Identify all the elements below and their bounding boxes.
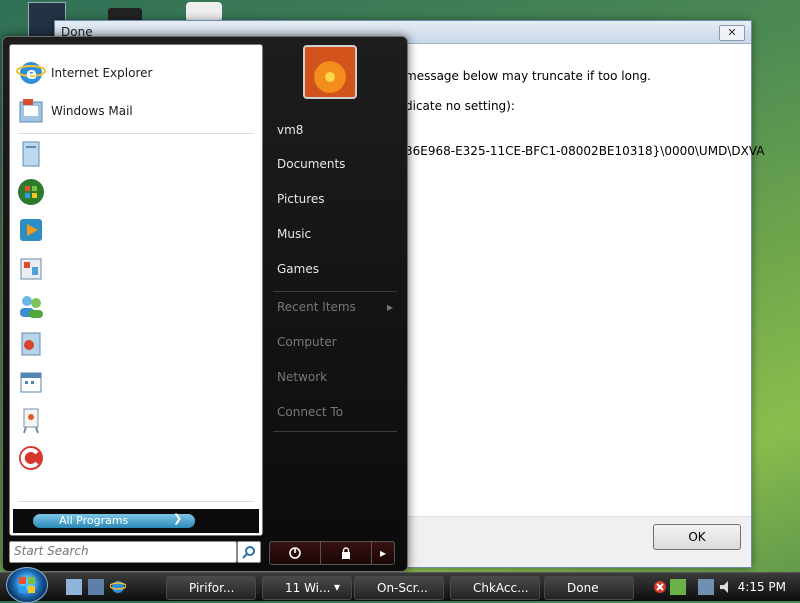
place-computer[interactable]: Computer bbox=[277, 335, 337, 349]
paint-icon[interactable] bbox=[16, 405, 46, 435]
pinned-internet-explorer[interactable]: e Internet Explorer bbox=[10, 55, 262, 91]
dialog-message-line-3: 36E968-E325-11CE-BFC1-08002BE10318}\0000… bbox=[405, 144, 765, 158]
power-button[interactable] bbox=[270, 542, 321, 564]
windows-mail-icon bbox=[19, 99, 43, 123]
taskbar-button-chkacc[interactable]: ChkAcc... bbox=[450, 576, 540, 600]
taskbar-label: Pirifor... bbox=[189, 581, 235, 595]
taskbar-label: ChkAcc... bbox=[473, 581, 529, 595]
dialog-message-line-1: message below may truncate if too long. bbox=[405, 69, 651, 83]
svg-text:e: e bbox=[26, 64, 37, 83]
document-icon[interactable] bbox=[16, 139, 46, 169]
programs-separator bbox=[18, 501, 254, 502]
place-pictures[interactable]: Pictures bbox=[277, 192, 325, 206]
start-search-input[interactable] bbox=[10, 542, 228, 560]
taskbar-label: On-Scr... bbox=[377, 581, 428, 595]
arrow-right-icon: ▸ bbox=[379, 546, 387, 560]
start-search-box[interactable] bbox=[9, 541, 237, 563]
quick-launch-internet-explorer[interactable] bbox=[109, 579, 127, 595]
pinned-separator bbox=[18, 133, 254, 134]
place-network[interactable]: Network bbox=[277, 370, 327, 384]
network-icon[interactable] bbox=[698, 579, 714, 595]
all-programs-button[interactable]: All Programs ❯ bbox=[13, 509, 259, 533]
ccleaner-icon[interactable] bbox=[16, 443, 46, 473]
lock-button[interactable] bbox=[321, 542, 372, 564]
shutdown-options-button[interactable]: ▸ bbox=[372, 542, 394, 564]
taskbar-button-piriform[interactable]: Pirifor... bbox=[166, 576, 256, 600]
clock[interactable]: 4:15 PM bbox=[738, 576, 786, 598]
start-button[interactable] bbox=[6, 567, 48, 603]
place-connect-to[interactable]: Connect To bbox=[277, 405, 343, 419]
search-icon bbox=[242, 546, 255, 559]
start-menu-programs-pane: e Internet Explorer Windows Mail All Pro… bbox=[9, 44, 263, 536]
flag-icon[interactable] bbox=[670, 579, 686, 595]
photo-gallery-icon[interactable] bbox=[16, 253, 46, 283]
search-button[interactable] bbox=[237, 541, 261, 563]
dialog-message-line-2: dicate no setting): bbox=[405, 99, 515, 113]
start-menu: e Internet Explorer Windows Mail All Pro… bbox=[2, 36, 408, 572]
media-player-icon[interactable] bbox=[16, 215, 46, 245]
places-separator bbox=[273, 291, 397, 292]
windows-logo-icon bbox=[19, 577, 35, 593]
chevron-right-icon: ❯ bbox=[173, 512, 183, 525]
power-controls: ▸ bbox=[269, 541, 395, 565]
pinned-label-internet-explorer: Internet Explorer bbox=[51, 66, 153, 80]
calendar-icon[interactable] bbox=[16, 367, 46, 397]
place-user[interactable]: vm8 bbox=[277, 123, 303, 137]
desktop-icon[interactable] bbox=[186, 2, 222, 22]
places-separator bbox=[273, 431, 397, 432]
windows-logo-icon[interactable] bbox=[16, 177, 46, 207]
chevron-down-icon[interactable]: ▾ bbox=[334, 576, 340, 598]
chevron-right-icon: ▸ bbox=[387, 300, 394, 314]
contacts-icon[interactable] bbox=[16, 291, 46, 321]
place-music[interactable]: Music bbox=[277, 227, 311, 241]
security-alert-icon[interactable] bbox=[652, 579, 668, 595]
quick-launch-switch-windows[interactable] bbox=[88, 579, 104, 595]
lock-icon bbox=[342, 547, 350, 559]
media-center-icon[interactable] bbox=[16, 329, 46, 359]
close-button[interactable]: ✕ bbox=[719, 25, 745, 41]
internet-explorer-icon bbox=[109, 581, 127, 593]
quick-launch-show-desktop[interactable] bbox=[66, 579, 82, 595]
pinned-label-windows-mail: Windows Mail bbox=[51, 104, 133, 118]
place-games[interactable]: Games bbox=[277, 262, 319, 276]
taskbar: Pirifor... 11 Wi... ▾ On-Scr... ChkAcc..… bbox=[0, 567, 800, 603]
taskbar-button-on-screen-keyboard[interactable]: On-Scr... bbox=[354, 576, 444, 600]
place-documents[interactable]: Documents bbox=[277, 157, 345, 171]
user-avatar[interactable] bbox=[303, 45, 357, 99]
start-menu-places-pane: vm8 Documents Pictures Music Games Recen… bbox=[269, 37, 405, 571]
taskbar-button-done[interactable]: Done bbox=[544, 576, 634, 600]
power-icon bbox=[289, 547, 301, 559]
taskbar-label: 11 Wi... bbox=[285, 581, 331, 595]
all-programs-label: All Programs bbox=[59, 514, 129, 527]
ok-button[interactable]: OK bbox=[653, 524, 741, 550]
taskbar-label: Done bbox=[567, 581, 599, 595]
pinned-windows-mail[interactable]: Windows Mail bbox=[10, 93, 262, 129]
volume-icon[interactable] bbox=[718, 579, 734, 595]
place-recent-items[interactable]: Recent Items bbox=[277, 300, 356, 314]
internet-explorer-icon: e bbox=[16, 62, 46, 84]
